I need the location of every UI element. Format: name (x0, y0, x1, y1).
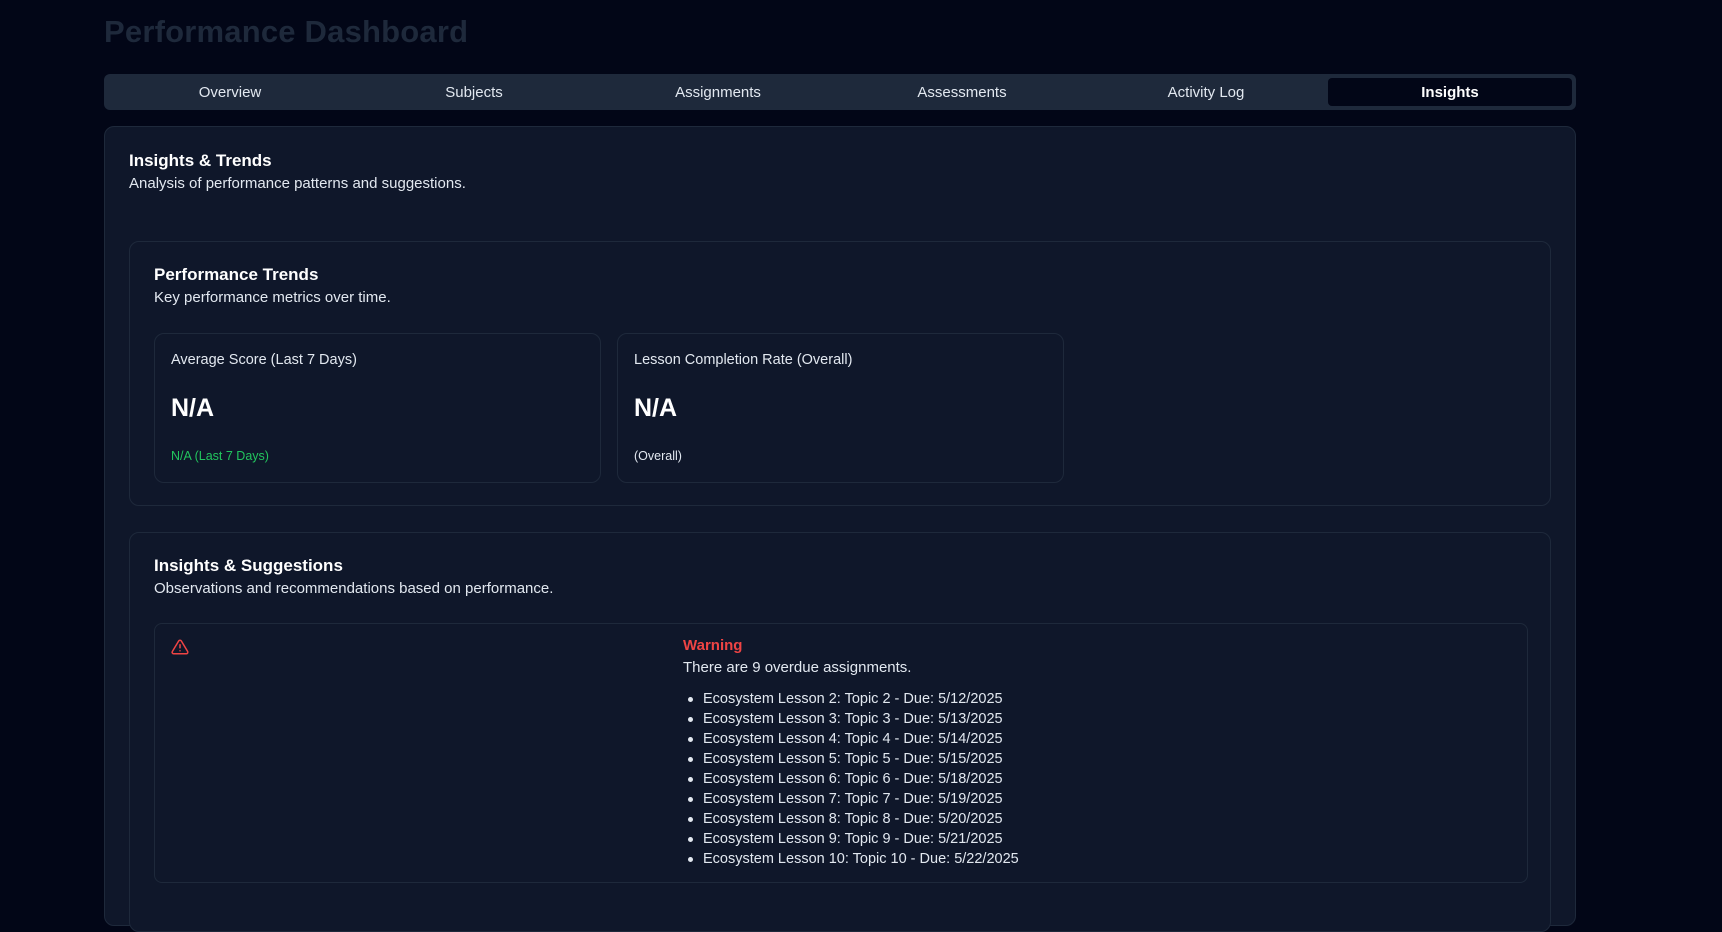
tab-overview[interactable]: Overview (108, 78, 352, 106)
list-item: Ecosystem Lesson 3: Topic 3 - Due: 5/13/… (683, 709, 1503, 729)
trends-title: Performance Trends (154, 265, 319, 284)
list-item: Ecosystem Lesson 9: Topic 9 - Due: 5/21/… (683, 829, 1503, 849)
list-item: Ecosystem Lesson 4: Topic 4 - Due: 5/14/… (683, 729, 1503, 749)
warning-alert: Warning There are 9 overdue assignments.… (154, 623, 1528, 883)
tab-insights[interactable]: Insights (1328, 78, 1572, 106)
insights-title: Insights & Trends (129, 151, 272, 170)
insights-description: Analysis of performance patterns and sug… (129, 175, 466, 192)
tab-bar: Overview Subjects Assignments Assessment… (104, 74, 1576, 110)
insights-suggestions-section: Insights & Suggestions Observations and … (129, 532, 1551, 932)
suggestions-description: Observations and recommendations based o… (154, 580, 554, 597)
lesson-completion-card: Lesson Completion Rate (Overall) N/A (Ov… (617, 333, 1064, 483)
average-score-card: Average Score (Last 7 Days) N/A N/A (Las… (154, 333, 601, 483)
metric-subtext: (Overall) (634, 449, 682, 463)
alert-title: Warning (683, 637, 743, 654)
metric-subtext: N/A (Last 7 Days) (171, 449, 269, 463)
performance-trends-section: Performance Trends Key performance metri… (129, 241, 1551, 506)
trends-description: Key performance metrics over time. (154, 289, 391, 306)
tab-assignments[interactable]: Assignments (596, 78, 840, 106)
list-item: Ecosystem Lesson 6: Topic 6 - Due: 5/18/… (683, 769, 1503, 789)
alert-body: Warning There are 9 overdue assignments.… (683, 637, 1503, 869)
page-title: Performance Dashboard (104, 14, 469, 49)
metric-value: N/A (171, 394, 215, 422)
list-item: Ecosystem Lesson 8: Topic 8 - Due: 5/20/… (683, 809, 1503, 829)
metric-value: N/A (634, 394, 678, 422)
overdue-list: Ecosystem Lesson 2: Topic 2 - Due: 5/12/… (683, 689, 1503, 869)
list-item: Ecosystem Lesson 2: Topic 2 - Due: 5/12/… (683, 689, 1503, 709)
tab-assessments[interactable]: Assessments (840, 78, 1084, 106)
metric-label: Lesson Completion Rate (Overall) (634, 352, 853, 368)
insights-card: Insights & Trends Analysis of performanc… (104, 126, 1576, 932)
metric-label: Average Score (Last 7 Days) (171, 352, 357, 368)
list-item: Ecosystem Lesson 5: Topic 5 - Due: 5/15/… (683, 749, 1503, 769)
list-item: Ecosystem Lesson 7: Topic 7 - Due: 5/19/… (683, 789, 1503, 809)
warning-triangle-icon (171, 639, 189, 655)
tab-subjects[interactable]: Subjects (352, 78, 596, 106)
alert-message: There are 9 overdue assignments. (683, 659, 912, 676)
list-item: Ecosystem Lesson 10: Topic 10 - Due: 5/2… (683, 849, 1503, 869)
tab-activity-log[interactable]: Activity Log (1084, 78, 1328, 106)
suggestions-title: Insights & Suggestions (154, 556, 343, 575)
